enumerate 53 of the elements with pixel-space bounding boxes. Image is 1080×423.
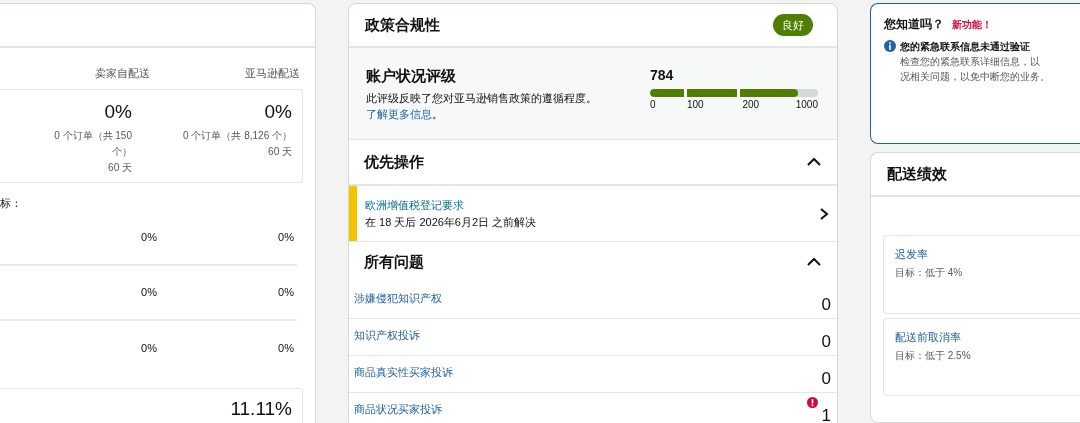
scale-label: 100 [686,98,704,112]
priority-detail: 在 18 天后 2026年6月2日 之前解决 [365,214,538,230]
period-text: 60 天 [108,161,132,175]
chevron-right-icon [819,206,829,221]
issue-link[interactable]: 涉嫌侵犯知识产权 [354,290,442,307]
issue-count: 0 [821,294,831,316]
rate-value: 0% [104,99,132,124]
rate-value: 0% [264,99,292,124]
scale-label: 0 [650,98,656,112]
metric-link[interactable]: 迟发率 [895,246,1069,263]
column-header: 卖家自配送 [94,66,150,81]
notice-text: 检查您的紧急联系详细信息，以 [900,55,1041,69]
issue-link[interactable]: 商品状况买家投诉 [354,401,442,418]
rating-title: 账户状况评级 [366,66,457,86]
metric-target: 目标：低于 4% [895,265,964,280]
order-count: 0 个订单（共 8,126 个） [183,129,292,143]
metric-target: 目标：低于 2.5% [895,348,972,363]
info-icon [884,40,896,52]
issue-link[interactable]: 商品真实性买家投诉 [354,364,453,381]
issue-count: 1 [821,405,831,423]
priority-title: 欧洲增值税登记要求 [365,198,465,213]
issue-count: 0 [821,331,831,353]
scale-label: 1000 [795,98,818,112]
metric-link[interactable]: 配送前取消率 [895,329,1069,346]
column-header: 亚马逊配送 [244,66,300,81]
rate-value: 0% [277,341,295,357]
section-title: 优先操作 [364,151,424,172]
order-count: 0 个订单（共 150 个） [53,129,132,159]
card-title: 配送绩效 [887,164,947,185]
new-feature-label: 新功能！ [952,17,992,32]
rating-description: 此评级反映了您对亚马逊销售政策的遵循程度。 了解更多信息。 [366,90,598,122]
issue-link[interactable]: 知识产权投诉 [354,327,420,344]
rate-value: 0% [277,230,295,246]
status-badge: 良好 [773,13,813,37]
issue-count: 0 [821,368,831,390]
notice-text: 况相关问题，以免中断您的业务。 [900,70,1050,84]
rate-value: 0% [140,230,157,246]
learn-more-link[interactable]: 了解更多信息 [366,107,432,120]
notice-title: 您知道吗？ [884,16,944,33]
period-text: 60 天 [268,145,292,159]
notice-heading: 您的紧急联系信息未通过验证 [900,40,1031,54]
rate-value: 11.11% [230,397,292,421]
section-title: 所有问题 [364,251,424,272]
card-title: 政策合规性 [365,14,440,35]
chevron-icon[interactable] [806,257,822,267]
rate-value: 0% [277,285,295,301]
rate-value: 0% [140,285,157,301]
rate-value: 0% [140,341,157,357]
targets-label: 标： [0,195,22,211]
chevron-icon[interactable] [806,157,822,167]
scale-label: 200 [742,98,760,112]
rating-score: 784 [650,66,675,85]
priority-item[interactable]: 欧洲增值税登记要求 在 18 天后 2026年6月2日 之前解决 [349,186,837,242]
